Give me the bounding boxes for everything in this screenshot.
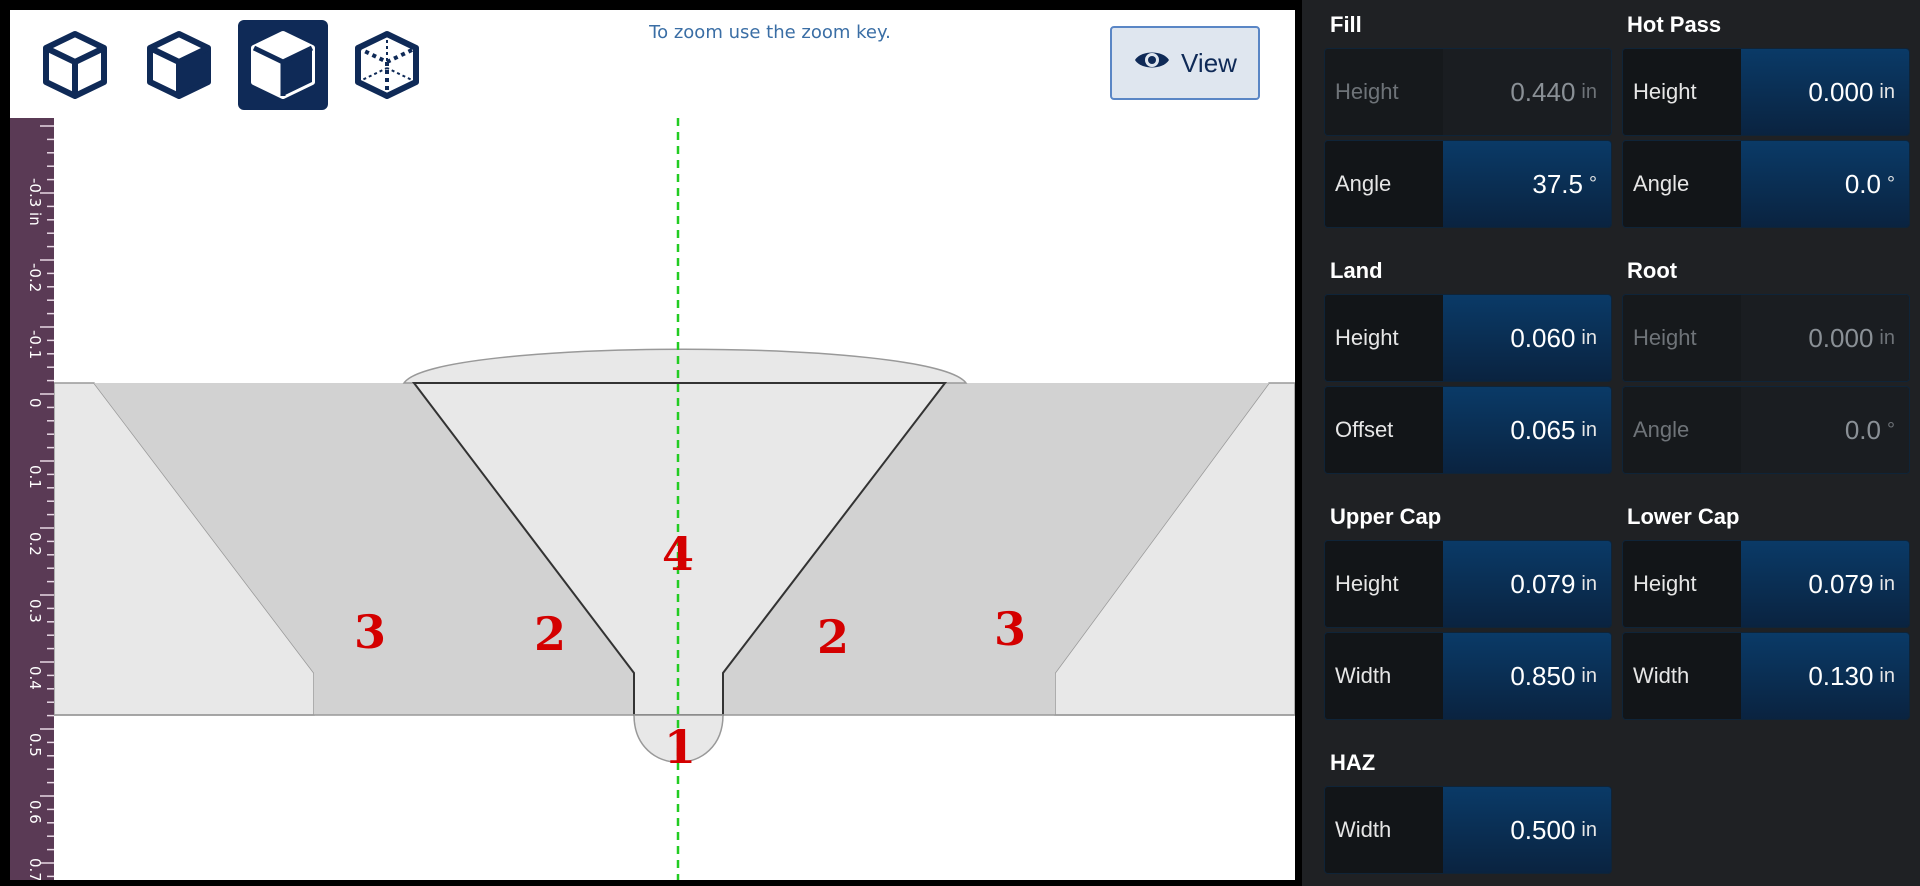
ruler-label: 0.5 xyxy=(26,733,44,757)
field-value: 0.079 xyxy=(1510,568,1576,599)
field-unit: in xyxy=(1581,572,1597,595)
parameters-panel: Fill Height 0.440 in Angle 37.5 ° Hot Pass… xyxy=(1302,0,1920,886)
ruler-label: 0 xyxy=(26,398,44,408)
field-value: 0.0 xyxy=(1844,414,1881,445)
field-value: 0.000 xyxy=(1808,76,1874,107)
section-title-upper-cap: Upper Cap xyxy=(1330,504,1442,529)
land-height-field[interactable]: Height 0.060 in xyxy=(1324,294,1612,382)
ruler-label: 0.4 xyxy=(26,666,44,690)
section-title-lower-cap: Lower Cap xyxy=(1627,504,1740,529)
field-label: Width xyxy=(1325,787,1443,873)
hot-pass-angle-field[interactable]: Angle 0.0 ° xyxy=(1622,140,1910,228)
field-value: 0.079 xyxy=(1808,568,1874,599)
hot-pass-height-field[interactable]: Height 0.000 in xyxy=(1622,48,1910,136)
lower-cap-width-field[interactable]: Width 0.130 in xyxy=(1622,632,1910,720)
region-label: 2 xyxy=(817,610,849,664)
field-label: Angle xyxy=(1623,141,1741,227)
field-unit: in xyxy=(1581,80,1597,103)
region-label: 3 xyxy=(354,605,386,659)
section-title-haz: HAZ xyxy=(1330,750,1376,775)
region-label: 2 xyxy=(534,607,566,661)
field-unit: ° xyxy=(1887,418,1895,441)
root-height-field[interactable]: Height 0.000 in xyxy=(1622,294,1910,382)
field-label: Height xyxy=(1325,295,1443,381)
field-label: Height xyxy=(1325,541,1443,627)
field-label: Angle xyxy=(1623,387,1741,473)
field-label: Height xyxy=(1623,541,1741,627)
field-unit: in xyxy=(1581,418,1597,441)
ruler-label: 0.3 xyxy=(26,599,44,623)
field-unit: ° xyxy=(1887,172,1895,195)
cube-wireframe-icon[interactable] xyxy=(342,20,432,110)
field-value: 0.850 xyxy=(1510,660,1576,691)
field-value: 0.000 xyxy=(1808,322,1874,353)
field-value: 0.440 xyxy=(1510,76,1576,107)
ruler-label: 0.7 xyxy=(26,858,44,880)
field-label: Offset xyxy=(1325,387,1443,473)
ruler-label: 0.1 xyxy=(26,465,44,489)
land-offset-field[interactable]: Offset 0.065 in xyxy=(1324,386,1612,474)
section-title-hot-pass: Hot Pass xyxy=(1627,12,1722,37)
field-unit: in xyxy=(1879,664,1895,687)
fill-angle-field[interactable]: Angle 37.5 ° xyxy=(1324,140,1612,228)
field-value: 0.060 xyxy=(1510,322,1576,353)
field-unit: ° xyxy=(1589,172,1597,195)
field-unit: in xyxy=(1879,572,1895,595)
field-label: Width xyxy=(1325,633,1443,719)
upper-cap-width-field[interactable]: Width 0.850 in xyxy=(1324,632,1612,720)
ruler-label: 0.6 xyxy=(26,800,44,824)
cube-active-icon[interactable] xyxy=(238,20,328,110)
field-value: 0.500 xyxy=(1510,814,1576,845)
section-title-fill: Fill xyxy=(1330,12,1362,37)
field-value: 37.5 xyxy=(1532,168,1583,199)
fill-height-field[interactable]: Height 0.440 in xyxy=(1324,48,1612,136)
field-unit: in xyxy=(1879,80,1895,103)
weld-viewer: To zoom use the zoom key. View -0.3 in -… xyxy=(10,10,1295,880)
cube-shaded-icon[interactable] xyxy=(134,20,224,110)
eye-icon xyxy=(1133,48,1171,79)
lower-cap-height-field[interactable]: Height 0.079 in xyxy=(1622,540,1910,628)
weld-cross-section: 3 2 4 2 3 1 xyxy=(54,118,1295,880)
field-label: Height xyxy=(1623,49,1741,135)
field-value: 0.130 xyxy=(1808,660,1874,691)
field-label: Angle xyxy=(1325,141,1443,227)
region-label: 4 xyxy=(662,527,694,581)
section-title-land: Land xyxy=(1330,258,1383,283)
upper-cap xyxy=(402,348,968,384)
haz-width-field[interactable]: Width 0.500 in xyxy=(1324,786,1612,874)
vertical-ruler: -0.3 in -0.2 -0.1 0 0.1 0.2 0.3 0.4 0.5 … xyxy=(10,118,54,880)
field-value: 0.065 xyxy=(1510,414,1576,445)
field-unit: in xyxy=(1581,664,1597,687)
cube-solid-icon[interactable] xyxy=(30,20,120,110)
view-button-label: View xyxy=(1181,47,1237,78)
field-label: Height xyxy=(1325,49,1443,135)
section-title-root: Root xyxy=(1627,258,1678,283)
field-unit: in xyxy=(1581,818,1597,841)
region-label: 3 xyxy=(994,602,1026,656)
region-label: 1 xyxy=(664,720,696,774)
field-value: 0.0 xyxy=(1844,168,1881,199)
field-unit: in xyxy=(1581,326,1597,349)
upper-cap-height-field[interactable]: Height 0.079 in xyxy=(1324,540,1612,628)
ruler-label: -0.2 xyxy=(26,263,44,293)
root-angle-field[interactable]: Angle 0.0 ° xyxy=(1622,386,1910,474)
ruler-label: -0.3 in xyxy=(26,178,44,226)
field-label: Height xyxy=(1623,295,1741,381)
view-button[interactable]: View xyxy=(1110,26,1260,100)
field-unit: in xyxy=(1879,326,1895,349)
zoom-hint: To zoom use the zoom key. xyxy=(649,22,891,43)
field-label: Width xyxy=(1623,633,1741,719)
ruler-label: 0.2 xyxy=(26,532,44,556)
ruler-label: -0.1 xyxy=(26,330,44,360)
